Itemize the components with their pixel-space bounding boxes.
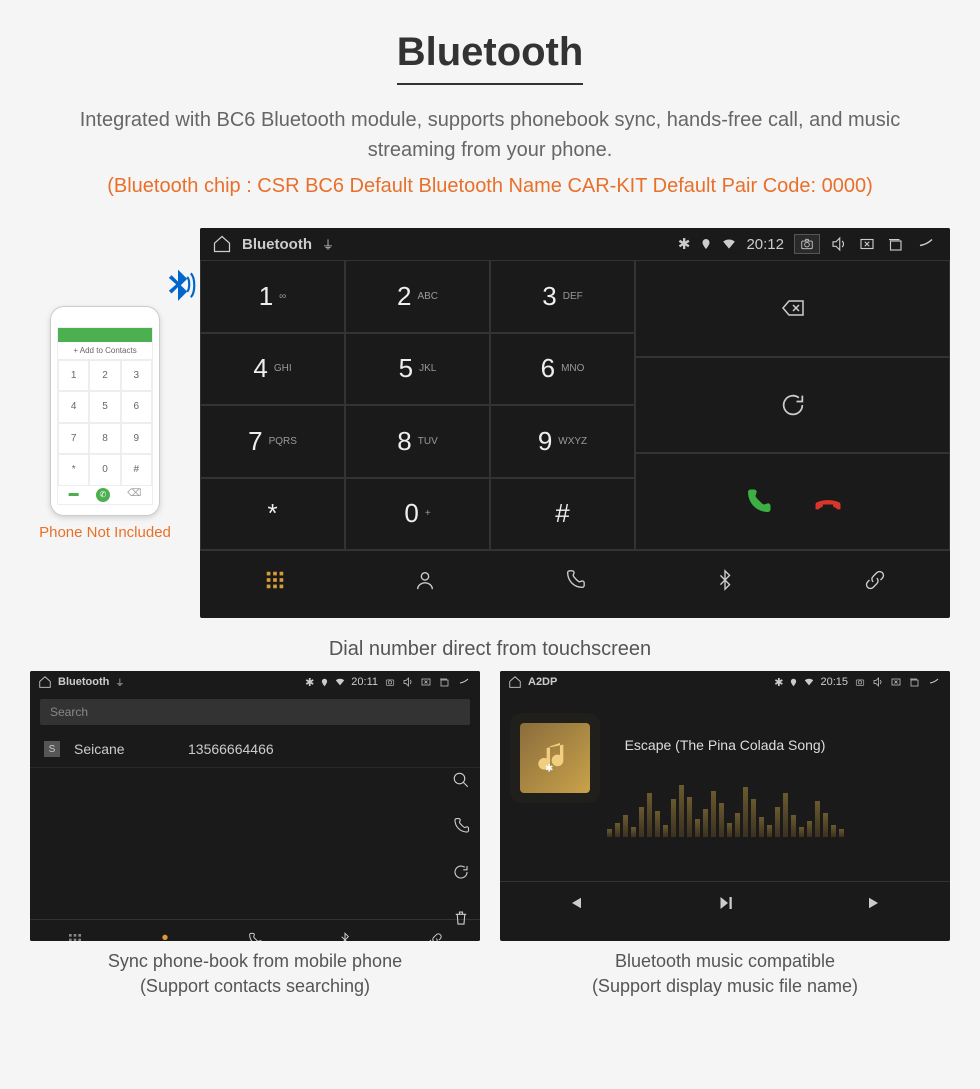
nav-pair[interactable]: [800, 551, 950, 608]
phone-mockup: + Add to Contacts 123 456 789 *0# ▬ ✆ ⌫: [50, 306, 160, 516]
recents-icon[interactable]: [438, 676, 450, 688]
camera-icon[interactable]: [384, 677, 396, 687]
phone-not-included-label: Phone Not Included: [30, 524, 180, 541]
nav-recents[interactable]: [210, 920, 300, 941]
usb-icon: ⏚: [115, 676, 124, 689]
back-icon[interactable]: [926, 676, 942, 688]
camera-icon[interactable]: [854, 677, 866, 687]
wifi-icon: [335, 677, 345, 687]
home-icon[interactable]: [38, 675, 52, 689]
volume-icon[interactable]: [402, 676, 414, 688]
dial-key-8[interactable]: 8TUV: [345, 405, 490, 478]
contact-row[interactable]: S Seicane 13566664466: [30, 731, 480, 768]
music-screen: A2DP ✱ 20:15 ✱ Escape (The Pina Col: [500, 671, 950, 941]
dialer-caption: Dial number direct from touchscreen: [0, 628, 980, 671]
location-icon: [320, 678, 329, 687]
page-subtitle: Integrated with BC6 Bluetooth module, su…: [20, 105, 960, 165]
dial-key-4[interactable]: 4GHI: [200, 333, 345, 406]
backspace-button[interactable]: [776, 296, 810, 320]
page-title: Bluetooth: [397, 30, 584, 85]
dial-key-5[interactable]: 5JKL: [345, 333, 490, 406]
nav-keypad[interactable]: [200, 551, 350, 608]
back-icon[interactable]: [914, 235, 938, 253]
nav-keypad[interactable]: [30, 920, 120, 941]
search-icon[interactable]: [452, 771, 470, 789]
bluetooth-signal-icon: [156, 266, 200, 310]
dial-key-1[interactable]: 1∞: [200, 260, 345, 333]
recents-icon[interactable]: [908, 676, 920, 688]
music-caption-1: Bluetooth music compatible: [508, 949, 942, 974]
next-track-button[interactable]: [800, 882, 950, 923]
location-icon: [700, 238, 712, 250]
hangup-button[interactable]: [813, 487, 843, 517]
contacts-caption-1: Sync phone-book from mobile phone: [38, 949, 472, 974]
bluetooth-status-icon: ✱: [774, 676, 783, 689]
nav-bluetooth[interactable]: [300, 920, 390, 941]
call-icon[interactable]: [452, 817, 470, 835]
usb-icon: ⏚: [322, 236, 334, 253]
dialer-screen: Bluetooth ⏚ ✱ 20:12 1∞2ABC3DEF 4GHI5JKL6M…: [200, 228, 950, 618]
contacts-caption-2: (Support contacts searching): [38, 974, 472, 999]
wifi-icon: [722, 237, 736, 251]
recents-icon[interactable]: [886, 235, 904, 253]
dial-key-0[interactable]: 0+: [345, 478, 490, 551]
nav-contacts[interactable]: [350, 551, 500, 608]
dial-key-3[interactable]: 3DEF: [490, 260, 635, 333]
bluetooth-status-icon: ✱: [678, 235, 691, 253]
contact-badge: S: [44, 741, 60, 757]
back-icon[interactable]: [456, 676, 472, 688]
location-icon: [789, 678, 798, 687]
search-input[interactable]: Search: [40, 699, 470, 725]
volume-icon[interactable]: [872, 676, 884, 688]
dial-key-9[interactable]: 9WXYZ: [490, 405, 635, 478]
close-app-icon[interactable]: [420, 676, 432, 688]
contacts-screen: Bluetooth ⏚ ✱ 20:11 Search S: [30, 671, 480, 941]
nav-bluetooth[interactable]: [650, 551, 800, 608]
close-app-icon[interactable]: [858, 235, 876, 253]
clock-time: 20:11: [351, 676, 378, 688]
music-caption-2: (Support display music file name): [508, 974, 942, 999]
dial-key-*[interactable]: *: [200, 478, 345, 551]
status-title: A2DP: [528, 676, 557, 688]
wifi-icon: [804, 677, 814, 687]
close-app-icon[interactable]: [890, 676, 902, 688]
nav-contacts[interactable]: [120, 920, 210, 941]
clock-time: 20:12: [746, 236, 784, 253]
prev-track-button[interactable]: [500, 882, 650, 923]
dial-key-#[interactable]: #: [490, 478, 635, 551]
bluetooth-specs: (Bluetooth chip : CSR BC6 Default Blueto…: [20, 175, 960, 198]
call-button[interactable]: [743, 487, 773, 517]
redial-button[interactable]: [779, 391, 807, 419]
contact-name: Seicane: [74, 741, 174, 757]
bluetooth-status-icon: ✱: [305, 676, 314, 689]
status-title: Bluetooth: [242, 236, 312, 253]
contact-number: 13566664466: [188, 741, 274, 757]
sync-icon[interactable]: [452, 863, 470, 881]
delete-icon[interactable]: [452, 909, 470, 927]
home-icon[interactable]: [508, 675, 522, 689]
status-title: Bluetooth: [58, 676, 109, 688]
dial-key-7[interactable]: 7PQRS: [200, 405, 345, 478]
clock-time: 20:15: [820, 676, 848, 688]
play-pause-button[interactable]: [650, 882, 800, 923]
track-title: Escape (The Pina Colada Song): [625, 737, 826, 753]
svg-text:✱: ✱: [545, 763, 553, 774]
visualizer: [607, 777, 844, 837]
dial-key-6[interactable]: 6MNO: [490, 333, 635, 406]
home-icon[interactable]: [212, 234, 232, 254]
phone-add-contacts: + Add to Contacts: [58, 342, 152, 360]
camera-icon[interactable]: [794, 234, 820, 254]
album-art: ✱: [520, 723, 590, 793]
volume-icon[interactable]: [830, 235, 848, 253]
dial-key-2[interactable]: 2ABC: [345, 260, 490, 333]
nav-recents[interactable]: [500, 551, 650, 608]
